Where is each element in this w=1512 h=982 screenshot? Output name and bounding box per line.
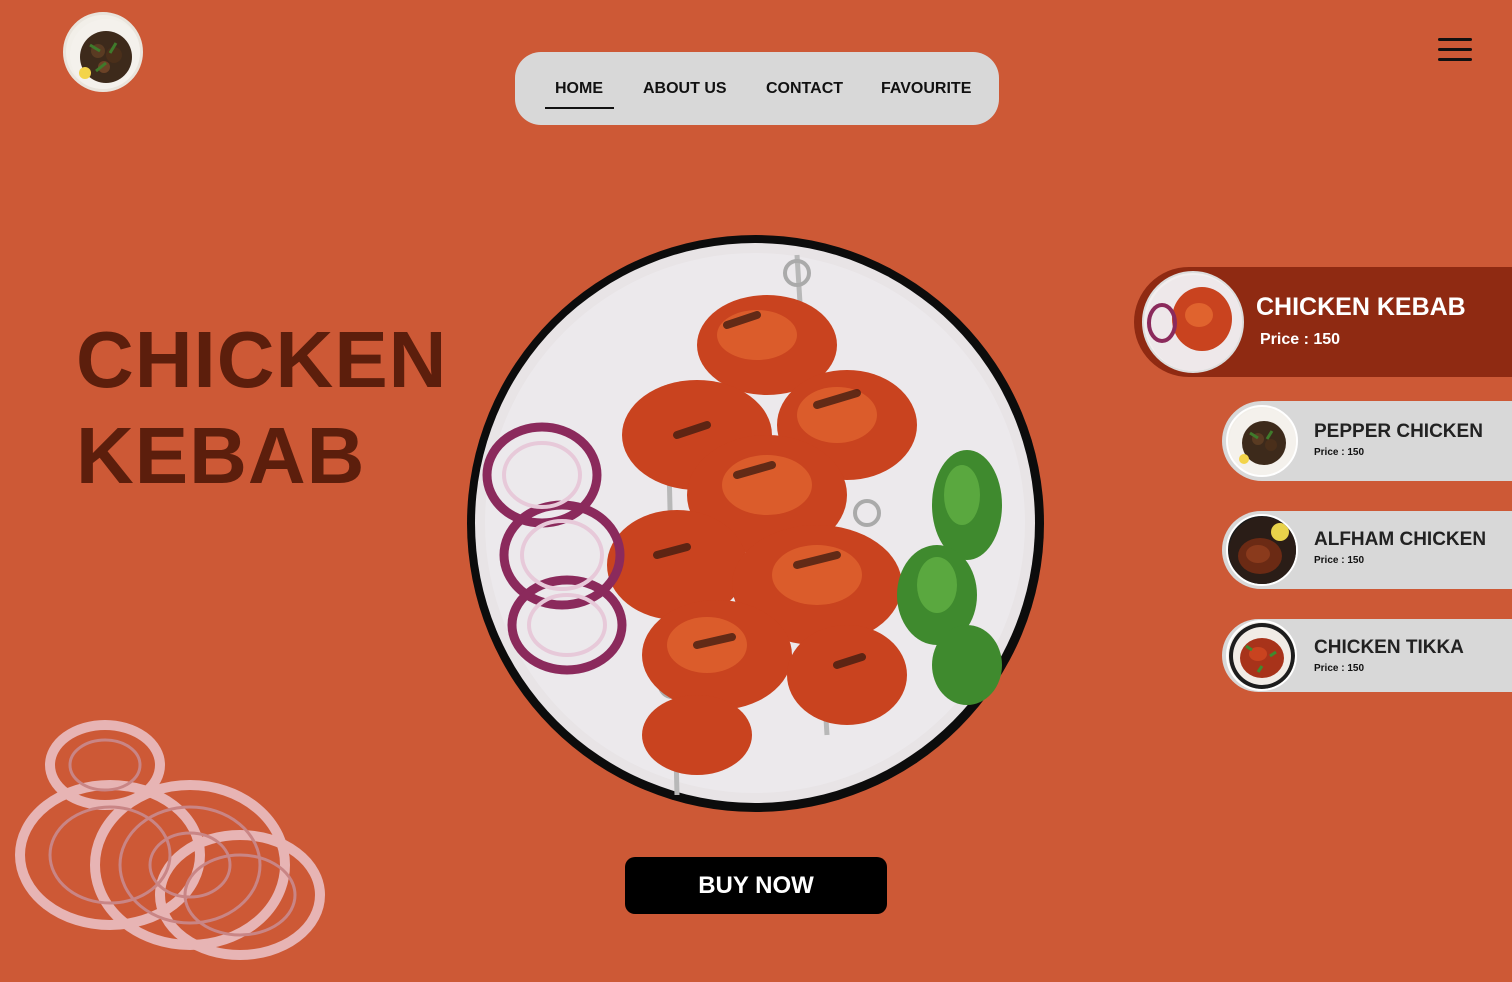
nav-active-indicator (545, 107, 614, 109)
food-plate-logo-icon (70, 19, 140, 89)
menu-item-name: PEPPER CHICKEN (1314, 421, 1483, 442)
chicken-tikka-thumbnail (1226, 620, 1297, 691)
menu-item-price: Price : 150 (1314, 555, 1365, 566)
chicken-kebab-plate-image (475, 243, 1035, 803)
hero-title-line1: CHICKEN (76, 315, 448, 404)
nav-home[interactable]: HOME (555, 80, 603, 98)
alfham-chicken-thumbnail (1226, 514, 1298, 586)
buy-now-button[interactable]: BUY NOW (625, 857, 887, 914)
menu-item-price: Price : 150 (1260, 331, 1341, 348)
pepper-chicken-thumbnail (1226, 405, 1298, 477)
main-nav: HOME ABOUT US CONTACT FAVOURITE (515, 52, 999, 125)
menu-item-chicken-tikka[interactable]: CHICKEN TIKKA Price : 150 (1222, 619, 1512, 692)
nav-about-us[interactable]: ABOUT US (643, 80, 727, 98)
chicken-kebab-thumbnail (1142, 271, 1244, 373)
menu-item-name: CHICKEN KEBAB (1256, 293, 1466, 321)
menu-item-chicken-kebab[interactable]: CHICKEN KEBAB Price : 150 (1134, 267, 1512, 377)
site-logo[interactable] (63, 12, 143, 92)
nav-contact[interactable]: CONTACT (766, 80, 843, 98)
menu-item-alfham-chicken[interactable]: ALFHAM CHICKEN Price : 150 (1222, 511, 1512, 589)
hero-title-line2: KEBAB (76, 411, 366, 500)
nav-favourite[interactable]: FAVOURITE (881, 80, 971, 98)
menu-item-price: Price : 150 (1314, 663, 1365, 674)
hero-dish-image (467, 235, 1044, 812)
hero-title: CHICKEN KEBAB (76, 312, 476, 504)
menu-item-price: Price : 150 (1314, 447, 1365, 458)
menu-item-pepper-chicken[interactable]: PEPPER CHICKEN Price : 150 (1222, 401, 1512, 481)
hamburger-menu-icon[interactable] (1436, 36, 1476, 64)
menu-item-name: ALFHAM CHICKEN (1314, 529, 1487, 550)
onion-rings-decoration (15, 720, 325, 960)
menu-item-name: CHICKEN TIKKA (1314, 637, 1464, 658)
